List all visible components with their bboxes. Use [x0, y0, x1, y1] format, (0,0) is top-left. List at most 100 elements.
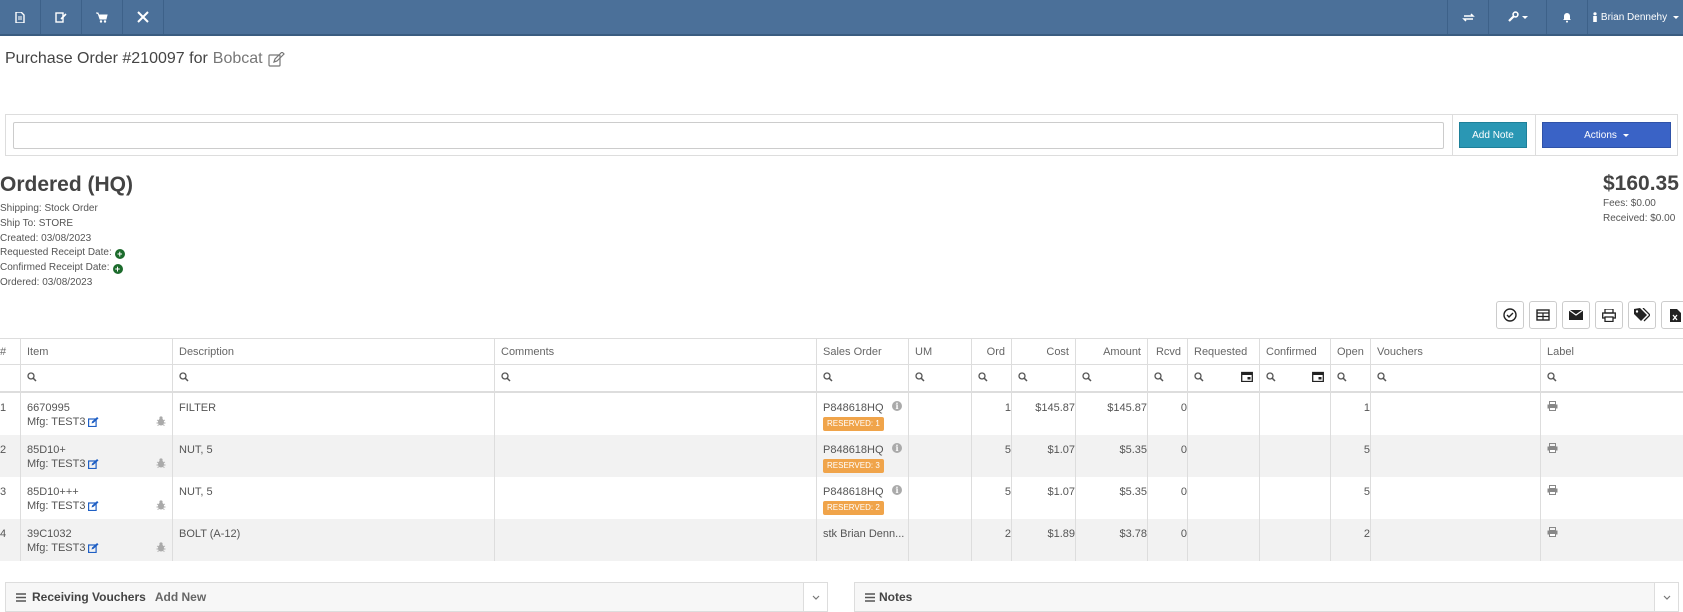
- col-header-open[interactable]: Open: [1331, 338, 1371, 365]
- comments-cell[interactable]: [495, 393, 817, 435]
- page-title: Purchase Order #210097 for Bobcat: [5, 50, 285, 68]
- search-icon: [1377, 371, 1387, 385]
- cost-cell: $1.07: [1012, 435, 1076, 477]
- filter-confirmed[interactable]: [1260, 365, 1331, 393]
- amount-cell: $5.35: [1076, 477, 1148, 519]
- table-row[interactable]: 1 6670995 Mfg: TEST3 FILTER P848618HQ i RESERV…: [0, 393, 1683, 435]
- info-icon[interactable]: i: [892, 401, 902, 411]
- filter-item[interactable]: [21, 365, 173, 393]
- requested-cell[interactable]: [1188, 393, 1260, 435]
- col-header-um[interactable]: UM: [909, 338, 972, 365]
- add-note-button[interactable]: Add Note: [1459, 122, 1527, 148]
- bug-icon[interactable]: [156, 458, 166, 472]
- filter-open[interactable]: [1331, 365, 1371, 393]
- filter-vouchers[interactable]: [1371, 365, 1541, 393]
- table-row[interactable]: 2 85D10+ Mfg: TEST3 NUT, 5 P848618HQ i RESERVE…: [0, 435, 1683, 477]
- tools-icon[interactable]: [123, 0, 164, 34]
- col-header-num[interactable]: #: [0, 338, 21, 365]
- requested-cell[interactable]: [1188, 519, 1260, 561]
- edit-icon[interactable]: [88, 501, 99, 511]
- search-icon: [501, 371, 511, 385]
- bug-icon[interactable]: [156, 500, 166, 514]
- filter-description[interactable]: [173, 365, 495, 393]
- requested-cell[interactable]: [1188, 435, 1260, 477]
- notes-title: Notes: [879, 590, 913, 604]
- search-icon: [1194, 371, 1204, 385]
- filter-label[interactable]: [1541, 365, 1683, 393]
- edit-icon[interactable]: [88, 543, 99, 553]
- requested-cell[interactable]: [1188, 477, 1260, 519]
- col-header-cost[interactable]: Cost: [1012, 338, 1076, 365]
- cart-icon[interactable]: [82, 0, 123, 34]
- col-header-comments[interactable]: Comments: [495, 338, 817, 365]
- add-requested-date-icon[interactable]: +: [114, 248, 125, 259]
- col-header-label[interactable]: Label: [1541, 338, 1683, 365]
- bug-icon[interactable]: [156, 416, 166, 430]
- title-prefix: Purchase Order #210097 for: [5, 50, 208, 67]
- search-icon: [823, 371, 833, 385]
- table-row[interactable]: 4 39C1032 Mfg: TEST3 BOLT (A-12) stk Brian D…: [0, 519, 1683, 561]
- col-header-amount[interactable]: Amount: [1076, 338, 1148, 365]
- comments-cell[interactable]: [495, 477, 817, 519]
- edit-icon[interactable]: [88, 417, 99, 427]
- edit-icon[interactable]: [88, 459, 99, 469]
- info-icon[interactable]: i: [892, 485, 902, 495]
- filter-ord[interactable]: [972, 365, 1012, 393]
- edit-doc-icon[interactable]: [41, 0, 82, 34]
- sales-order-link[interactable]: P848618HQ: [823, 401, 884, 415]
- col-header-ord[interactable]: Ord: [972, 338, 1012, 365]
- envelope-icon[interactable]: [1562, 301, 1590, 329]
- sales-order-link[interactable]: P848618HQ: [823, 485, 884, 499]
- tags-icon[interactable]: [1628, 301, 1656, 329]
- add-confirmed-date-icon[interactable]: +: [112, 263, 123, 274]
- excel-icon[interactable]: [1661, 301, 1683, 329]
- wrench-menu[interactable]: [1488, 0, 1546, 34]
- check-circle-icon[interactable]: [1496, 301, 1524, 329]
- bug-icon[interactable]: [156, 542, 166, 556]
- col-header-confirmed[interactable]: Confirmed: [1260, 338, 1331, 365]
- print-icon[interactable]: [1595, 301, 1623, 329]
- user-menu[interactable]: Brian Dennehy: [1587, 0, 1683, 34]
- comments-cell[interactable]: [495, 519, 817, 561]
- chevron-down-icon[interactable]: [803, 583, 827, 611]
- calendar-icon[interactable]: [1241, 371, 1253, 385]
- filter-sales-order[interactable]: [817, 365, 909, 393]
- print-label-icon[interactable]: [1547, 443, 1558, 457]
- col-header-requested[interactable]: Requested: [1188, 338, 1260, 365]
- note-input[interactable]: [13, 121, 1444, 149]
- chevron-down-icon[interactable]: [1654, 583, 1678, 611]
- table-row[interactable]: 3 85D10+++ Mfg: TEST3 NUT, 5 P848618HQ i RESER…: [0, 477, 1683, 519]
- file-icon[interactable]: [0, 0, 41, 34]
- filter-rcvd[interactable]: [1148, 365, 1188, 393]
- sales-order-link[interactable]: stk Brian Denn...: [823, 527, 904, 541]
- confirmed-cell[interactable]: [1260, 477, 1331, 519]
- confirmed-cell[interactable]: [1260, 435, 1331, 477]
- print-label-icon[interactable]: [1547, 401, 1558, 415]
- col-header-rcvd[interactable]: Rcvd: [1148, 338, 1188, 365]
- edit-icon[interactable]: [268, 51, 285, 67]
- col-header-vouchers[interactable]: Vouchers: [1371, 338, 1541, 365]
- exchange-icon[interactable]: [1447, 0, 1488, 34]
- actions-button[interactable]: Actions: [1542, 122, 1671, 148]
- vendor-link[interactable]: Bobcat: [213, 50, 263, 68]
- print-label-icon[interactable]: [1547, 485, 1558, 499]
- vouchers-cell: [1371, 393, 1541, 435]
- sales-order-link[interactable]: P848618HQ: [823, 443, 884, 457]
- confirmed-cell[interactable]: [1260, 519, 1331, 561]
- col-header-item[interactable]: Item: [21, 338, 173, 365]
- bell-icon[interactable]: [1546, 0, 1587, 34]
- filter-requested[interactable]: [1188, 365, 1260, 393]
- table-icon[interactable]: [1529, 301, 1557, 329]
- info-icon[interactable]: i: [892, 443, 902, 453]
- col-header-description[interactable]: Description: [173, 338, 495, 365]
- calendar-icon[interactable]: [1312, 371, 1324, 385]
- print-label-icon[interactable]: [1547, 527, 1558, 541]
- confirmed-cell[interactable]: [1260, 393, 1331, 435]
- col-header-sales-order[interactable]: Sales Order: [817, 338, 909, 365]
- filter-um[interactable]: [909, 365, 972, 393]
- add-new-voucher-link[interactable]: Add New: [155, 590, 206, 604]
- filter-cost[interactable]: [1012, 365, 1076, 393]
- filter-amount[interactable]: [1076, 365, 1148, 393]
- filter-comments[interactable]: [495, 365, 817, 393]
- comments-cell[interactable]: [495, 435, 817, 477]
